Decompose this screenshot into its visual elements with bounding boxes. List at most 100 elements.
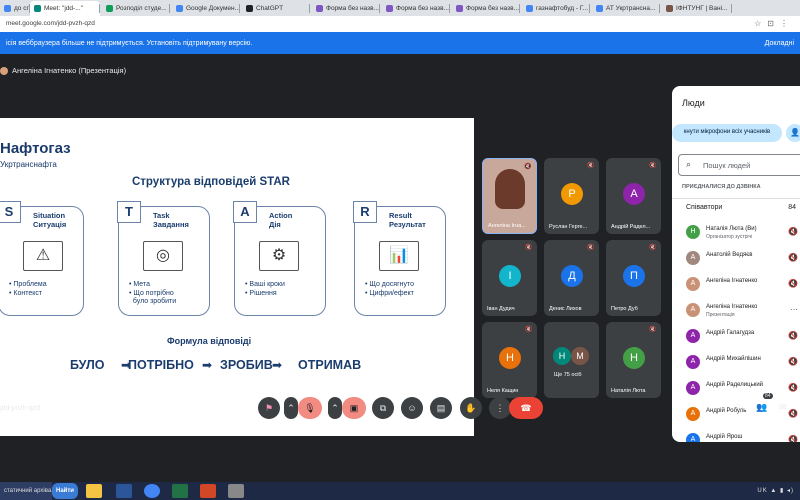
mic-off-icon[interactable]: 🔇: [788, 409, 798, 418]
star-card-item: було зробити: [129, 298, 177, 305]
participant-name: Наталія Люта (Ви): [706, 226, 757, 232]
browser-tab[interactable]: ІФНТУНГ | Вані...: [662, 1, 732, 16]
url-text[interactable]: meet.google.com/jdd-pvzh-qzd: [6, 20, 95, 27]
search-people-input[interactable]: ⌕ Пошук людей: [678, 154, 800, 176]
browser-tab[interactable]: до сп...: [0, 1, 30, 16]
leave-call-button[interactable]: ☎: [509, 397, 543, 419]
tab-favicon-icon: [246, 5, 253, 12]
video-options-button[interactable]: ⌃: [328, 397, 342, 419]
participant-avatar: А: [686, 251, 700, 265]
participant-tile[interactable]: А 🔇 Андрій Радел...: [606, 158, 661, 234]
browser-tab[interactable]: АТ Укртрансна...: [592, 1, 660, 16]
star-card-item: • Цифри/ефект: [365, 289, 414, 297]
microphone-button[interactable]: 🎙: [298, 397, 322, 419]
mic-off-icon: 🔇: [525, 245, 533, 251]
present-reaction-button[interactable]: ⚑: [258, 397, 280, 419]
participant-list-item[interactable]: А Ангеліна Ігнатенко 🔇: [672, 272, 800, 298]
taskbar-search-button[interactable]: Найти: [52, 483, 78, 499]
people-icon[interactable]: 👥: [756, 402, 767, 413]
participant-tile[interactable]: І 🔇 Іван Дудич: [482, 240, 537, 316]
language-indicator[interactable]: UK: [757, 488, 767, 494]
star-card-item: • Що досягнуто: [365, 281, 415, 288]
people-count-badge: 84: [763, 393, 773, 399]
mic-off-icon[interactable]: 🔇: [788, 357, 798, 366]
add-people-button[interactable]: 👤: [786, 124, 800, 142]
star-card-item: • Контекст: [9, 289, 43, 297]
participant-tile[interactable]: П 🔇 Петро Дуб: [606, 240, 661, 316]
mic-off-icon[interactable]: 🔇: [788, 383, 798, 392]
powerpoint-icon[interactable]: [200, 484, 216, 498]
mic-off-icon[interactable]: 🔇: [788, 279, 798, 288]
participant-tile[interactable]: Н 🔇 Наталія Люта: [606, 322, 661, 398]
participant-tile[interactable]: Д 🔇 Денис Лихов: [544, 240, 599, 316]
participant-list-item[interactable]: А Андрій Раделицький 🔇: [672, 376, 800, 402]
star-letter: R: [353, 201, 377, 223]
file-explorer-icon[interactable]: [86, 484, 102, 498]
tab-label: ІФНТУНГ | Вані...: [676, 5, 728, 12]
participant-tile[interactable]: Н М Ще 75 осіб: [544, 322, 599, 398]
browser-toolbar-icons[interactable]: ☆⊡⋮: [754, 19, 794, 28]
present-screen-button[interactable]: ⧉: [372, 397, 394, 419]
search-icon: ⌕: [686, 159, 692, 169]
more-options-button[interactable]: ⋮: [489, 397, 511, 419]
participant-tile[interactable]: 🔇 Ангеліна Ігна...: [482, 158, 537, 234]
audio-options-button[interactable]: ⌃: [284, 397, 298, 419]
chevron-up-icon: ⌃: [331, 403, 339, 413]
mic-off-icon[interactable]: 🔇: [788, 435, 798, 442]
browser-tab[interactable]: Розподіл студе...: [102, 1, 170, 16]
emoji-button[interactable]: ☺: [401, 397, 423, 419]
formula-word: ЗРОБИВ: [220, 358, 273, 372]
mic-off-icon[interactable]: 🔇: [788, 331, 798, 340]
browser-tab[interactable]: ChatGPT: [242, 1, 310, 16]
infobar-message: ісія веббраузера більше не підтримується…: [6, 40, 253, 47]
star-letter: A: [233, 201, 257, 223]
participant-list-item[interactable]: А Андрій Ярош 🔇: [672, 428, 800, 442]
mic-off-icon[interactable]: 🔇: [788, 253, 798, 262]
infobar-more-link[interactable]: Докладні: [765, 40, 794, 47]
star-card-t: T Task Завдання ◎ • Мета • Що потрібно було з…: [117, 201, 210, 316]
participant-list-item[interactable]: А Ангеліна Ігнатенко Презентація ⋯: [672, 298, 800, 324]
star-card-title: Result Результат: [389, 211, 426, 229]
emoji-icon: ☺: [407, 403, 417, 413]
participant-role: Презентація: [706, 312, 735, 318]
browser-tab[interactable]: Форма без назв...: [382, 1, 450, 16]
star-letter: S: [0, 201, 21, 223]
meeting-info-icon[interactable]: ⓘ: [734, 402, 743, 415]
address-bar[interactable]: meet.google.com/jdd-pvzh-qzd ☆⊡⋮: [0, 16, 800, 32]
app-icon[interactable]: [228, 484, 244, 498]
windows-taskbar: статичний архіва... Найти UK ▲ ▮ ◂): [0, 482, 800, 500]
star-card-title: Action Дія: [269, 211, 292, 229]
captions-button[interactable]: ▤: [430, 397, 452, 419]
excel-icon[interactable]: [172, 484, 188, 498]
chrome-icon[interactable]: [144, 484, 160, 498]
meeting-code: jdd-pvzh-qzd: [0, 405, 41, 412]
browser-tab[interactable]: газнафтобуд - Г...: [522, 1, 590, 16]
cohosts-group-header[interactable]: Співавтори 84: [672, 198, 800, 216]
system-tray[interactable]: UK ▲ ▮ ◂): [757, 487, 794, 494]
chat-icon[interactable]: ✉: [779, 402, 787, 413]
participant-tile[interactable]: Р 🔇 Руслан Герге...: [544, 158, 599, 234]
participant-role: Організатор зустрічі: [706, 234, 753, 240]
star-card-title: Situation Ситуація: [33, 211, 66, 229]
camera-button[interactable]: ▣: [342, 397, 366, 419]
browser-tab[interactable]: Форма без назв...: [452, 1, 520, 16]
browser-tab[interactable]: Google Докумен...: [172, 1, 240, 16]
tab-label: Форма без назв...: [396, 5, 449, 12]
participant-tile[interactable]: Н 🔇 Неля Кащин: [482, 322, 537, 398]
taskbar-search[interactable]: статичний архіва...: [0, 482, 52, 500]
participant-list-item[interactable]: А Андрій Галагудза 🔇: [672, 324, 800, 350]
participant-avatar: А: [686, 329, 700, 343]
star-card-ua: Ситуація: [33, 220, 67, 229]
mute-all-button[interactable]: кнути мікрофони всіх учасників: [672, 124, 782, 142]
word-icon[interactable]: [116, 484, 132, 498]
browser-tab[interactable]: Форма без назв...: [312, 1, 380, 16]
browser-tab[interactable]: Meet: "jdd-...": [30, 1, 100, 16]
participant-list-item[interactable]: А Андрій Михайлішин 🔇: [672, 350, 800, 376]
participant-list-item[interactable]: Н Наталія Люта (Ви) Організатор зустрічі 🔇: [672, 220, 800, 246]
mic-off-icon[interactable]: 🔇: [788, 227, 798, 236]
star-card-ua: Результат: [389, 220, 426, 229]
participant-name: Андрій Радел...: [611, 224, 651, 230]
participant-list-item[interactable]: А Анатолій Ведяєв 🔇: [672, 246, 800, 272]
more-options-icon[interactable]: ⋯: [790, 305, 798, 314]
raise-hand-button[interactable]: ✋: [460, 397, 482, 419]
